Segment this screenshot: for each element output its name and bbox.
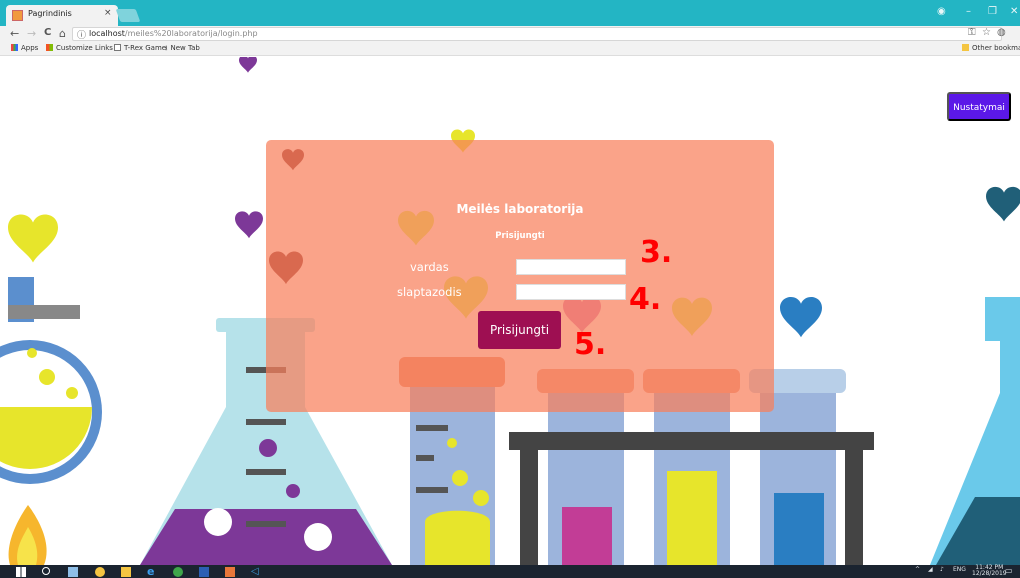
tab-title: Pagrindinis [28,9,72,18]
other-bookmarks-label: Other bookmarks [972,44,1020,52]
app-icon[interactable] [225,567,235,577]
round-flask-graphic [0,277,102,484]
login-title: Meilės laboratorija [456,202,584,216]
bookmark-label: New Tab [170,44,200,52]
login-panel: Meilės laboratorija Prisijungti vardas s… [266,140,774,412]
bookmark-star-icon[interactable]: ☆ [982,27,991,38]
maximize-button[interactable]: ❐ [988,6,997,17]
password-label: slaptazodis [397,285,462,299]
bookmark-label: Apps [21,44,39,52]
bookmarks-bar: Apps Customize Links T-Rex Game ⭳ New Tab… [0,42,1020,56]
home-button[interactable]: ⌂ [59,27,66,40]
heart-icon [235,211,263,239]
search-icon[interactable] [42,567,50,575]
tray-expand-icon[interactable]: ^ [915,566,920,573]
username-input[interactable] [516,259,626,275]
browser-tab[interactable]: Pagrindinis × [6,5,118,26]
settings-button[interactable]: Nustatymai [947,92,1011,121]
clock-date: 12/28/2019 [972,570,1007,577]
annotation-step-5: 5. [574,327,607,362]
vscode-icon[interactable]: ◁ [251,567,261,577]
back-button[interactable]: ← [10,27,19,40]
bookmark-customize-links[interactable]: Customize Links [46,44,113,52]
close-window-button[interactable]: ✕ [1010,6,1018,17]
heart-icon [8,214,58,263]
annotation-step-3: 3. [640,235,673,270]
notifications-icon[interactable]: ▭ [1005,566,1013,575]
heart-icon [672,297,712,336]
heart-icon [986,186,1020,222]
heart-icon [239,57,257,73]
bookmark-apps[interactable]: Apps [11,44,38,52]
minimize-button[interactable]: – [966,6,971,17]
tab-favicon-icon [12,10,23,21]
apps-icon [11,44,18,51]
edge-icon[interactable]: e [147,566,157,577]
language-indicator[interactable]: ENG [953,566,966,573]
address-bar[interactable]: ⓘ localhost/meiles%20laboratorija/login.… [72,27,1002,41]
heart-icon [282,149,304,171]
heart-icon [269,251,303,285]
annotation-step-4: 4. [629,282,662,317]
folder-icon [962,44,969,51]
extension-icon[interactable]: ◍ [997,27,1006,38]
flame-graphic [8,505,47,565]
task-view-icon[interactable] [68,567,78,577]
username-label: vardas [410,260,449,274]
heart-icon [780,296,822,338]
browser-toolbar: ← → C ⌂ ⓘ localhost/meiles%20laboratorij… [0,26,1020,42]
volume-icon[interactable]: ♪ [940,566,944,573]
password-input[interactable] [516,284,626,300]
close-tab-icon[interactable]: × [104,8,112,18]
other-bookmarks[interactable]: Other bookmarks [962,44,1020,52]
bookmark-label: Customize Links [56,44,113,52]
tab-strip: Pagrindinis × ◉ – ❐ ✕ [0,0,1020,26]
site-info-icon[interactable]: ⓘ [77,28,86,41]
right-flask-graphic [930,297,1020,565]
login-subtitle: Prisijungti [495,231,545,241]
download-icon: ⭳ [165,44,168,52]
login-submit-button[interactable]: Prisijungti [478,311,561,349]
bookmark-new-tab[interactable]: ⭳ New Tab [165,44,200,55]
url-host: localhost [89,29,125,38]
network-icon[interactable]: ◢ [928,566,933,573]
word-icon[interactable] [199,567,209,577]
file-explorer-icon[interactable] [121,567,131,577]
reload-button[interactable]: C [44,27,51,38]
clock[interactable]: 11:42 PM 12/28/2019 [972,565,1007,577]
windows-taskbar: e ◁ ^ ◢ ♪ ENG 11:42 PM 12/28/2019 ▭ [0,565,1020,578]
forward-button[interactable]: → [27,27,36,40]
xbox-icon[interactable] [173,567,183,577]
account-icon[interactable]: ◉ [937,6,946,17]
panel-hearts-decoration [269,149,712,336]
web-page: Nustatymai Meilės laboratorija Prisijung… [0,57,1020,565]
bookmark-trex-game[interactable]: T-Rex Game [114,44,166,52]
url-path: /meiles%20laboratorija/login.php [124,29,258,38]
password-key-icon[interactable]: ⚿ [968,27,976,38]
new-tab-button[interactable] [115,9,141,22]
start-icon[interactable] [16,567,26,577]
chrome-icon[interactable] [95,567,105,577]
windows-icon [46,44,53,51]
address-url: localhost/meiles%20laboratorija/login.ph… [89,29,258,38]
page-icon [114,44,121,51]
bookmark-label: T-Rex Game [124,44,167,52]
